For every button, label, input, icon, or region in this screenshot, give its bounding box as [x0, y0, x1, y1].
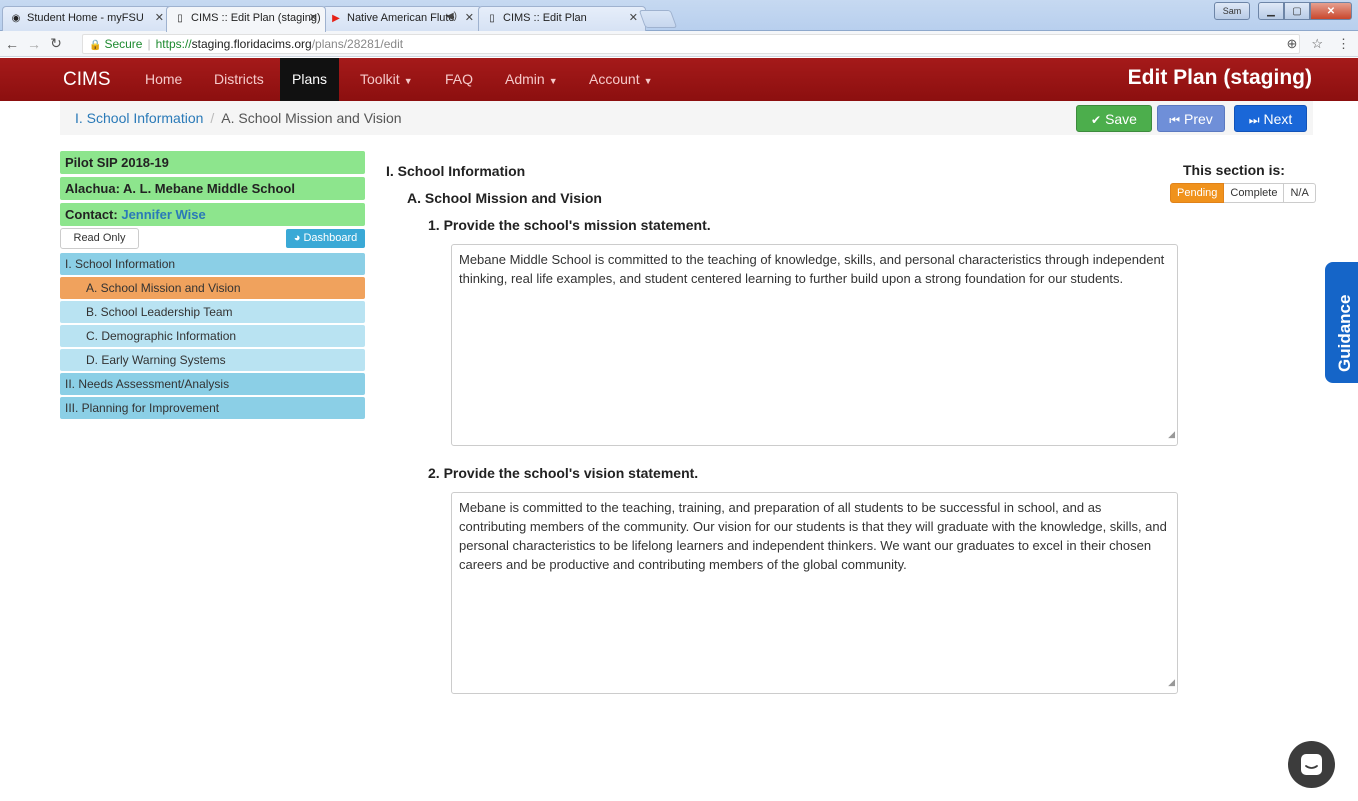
nav-admin[interactable]: Admin ▼	[493, 58, 570, 101]
status-complete-button[interactable]: Complete	[1224, 183, 1285, 203]
vision-question: 2. Provide the school's vision statement…	[428, 465, 699, 481]
new-tab-button[interactable]	[638, 10, 678, 28]
section-status-label: This section is:	[1183, 162, 1285, 178]
caret-down-icon: ▼	[548, 76, 558, 86]
mission-statement-textarea[interactable]: Mebane Middle School is committed to the…	[451, 244, 1178, 446]
caret-down-icon: ▼	[403, 76, 413, 86]
contact-info: Contact: Jennifer Wise	[60, 203, 365, 226]
skip-forward-icon: ⏭	[1248, 113, 1260, 127]
guidance-label: Guidance	[1335, 294, 1354, 372]
user-profile-button[interactable]: Sam	[1214, 2, 1250, 20]
sidebar-item-mission-vision[interactable]: A. School Mission and Vision	[60, 277, 365, 299]
fsu-seal-icon: ◉	[11, 13, 21, 24]
next-button[interactable]: ⏭ Next	[1234, 105, 1307, 132]
zoom-icon[interactable]: ⊕	[1286, 36, 1297, 52]
dashboard-button[interactable]: ◕ Dashboard	[286, 229, 365, 248]
tab-title: CIMS :: Edit Plan (staging)	[191, 12, 321, 24]
section-heading: I. School Information	[386, 163, 526, 179]
tab-title: CIMS :: Edit Plan	[503, 12, 587, 24]
url-host: staging.floridacims.org	[191, 37, 312, 51]
plan-name: Pilot SIP 2018-19	[60, 151, 365, 174]
status-na-button[interactable]: N/A	[1284, 183, 1316, 203]
back-arrow-icon[interactable]: ←	[2, 36, 22, 52]
skip-back-icon: ⏮	[1169, 113, 1180, 127]
sidebar-item-planning-improvement[interactable]: III. Planning for Improvement	[60, 397, 365, 419]
maximize-button[interactable]: ▢	[1284, 2, 1310, 20]
browser-tab-youtube[interactable]: ▶ Native American Flute ◀) ✕	[322, 6, 482, 31]
prev-button[interactable]: ⏮ Prev	[1157, 105, 1225, 132]
mission-text: Mebane Middle School is committed to the…	[459, 252, 1165, 286]
app-navbar: CIMS Home Districts Plans Toolkit ▼ FAQ A…	[0, 58, 1358, 101]
checkmark-icon: ✔	[1091, 113, 1102, 127]
sidebar-item-school-information[interactable]: I. School Information	[60, 253, 365, 275]
browser-tab-myfsu[interactable]: ◉ Student Home - myFSU ✕	[2, 6, 172, 31]
sidebar-item-leadership-team[interactable]: B. School Leadership Team	[60, 301, 365, 323]
save-button[interactable]: ✔ Save	[1076, 105, 1152, 132]
url-separator: |	[147, 37, 151, 51]
browser-tab-strip: ◉ Student Home - myFSU ✕ ▯ CIMS :: Edit …	[0, 0, 1358, 32]
vision-text: Mebane is committed to the teaching, tra…	[459, 500, 1167, 572]
nav-account[interactable]: Account ▼	[577, 58, 665, 101]
mission-question: 1. Provide the school's mission statemen…	[428, 217, 711, 233]
breadcrumb-bar: I. School Information / A. School Mission …	[60, 101, 1313, 135]
chat-bubble-icon	[1301, 754, 1322, 775]
breadcrumb-separator: /	[210, 110, 215, 126]
bookmark-star-icon[interactable]: ☆	[1311, 36, 1323, 52]
browser-tab-cims[interactable]: ▯ CIMS :: Edit Plan ✕	[478, 6, 646, 31]
school-name: Alachua: A. L. Mebane Middle School	[60, 177, 365, 200]
dashboard-gauge-icon: ◕	[293, 232, 304, 244]
read-only-button[interactable]: Read Only	[60, 228, 139, 249]
chat-launcher-button[interactable]	[1288, 741, 1335, 788]
tab-title: Student Home - myFSU	[27, 12, 144, 24]
nav-plans[interactable]: Plans	[280, 58, 340, 101]
secure-label: Secure	[104, 37, 143, 51]
breadcrumb: I. School Information / A. School Mission …	[75, 110, 402, 126]
menu-dots-icon[interactable]: ⋮	[1337, 36, 1350, 52]
contact-name-link[interactable]: Jennifer Wise	[121, 207, 205, 222]
nav-toolkit[interactable]: Toolkit ▼	[348, 58, 425, 101]
window-controls: Sam ▁ ▢ ✕	[1214, 2, 1352, 20]
resize-handle-icon[interactable]: ◢	[1168, 673, 1175, 692]
nav-faq[interactable]: FAQ	[433, 58, 485, 101]
contact-label: Contact:	[65, 207, 118, 222]
guidance-tab[interactable]: Guidance	[1325, 262, 1358, 383]
sidebar-item-demographic-information[interactable]: C. Demographic Information	[60, 325, 365, 347]
status-pending-button[interactable]: Pending	[1170, 183, 1225, 203]
vision-statement-textarea[interactable]: Mebane is committed to the teaching, tra…	[451, 492, 1178, 694]
section-status-toggle: Pending Complete N/A	[1170, 183, 1316, 203]
nav-districts[interactable]: Districts	[202, 58, 276, 101]
close-icon[interactable]: ✕	[155, 11, 164, 24]
breadcrumb-link-school-information[interactable]: I. School Information	[75, 110, 203, 126]
sidebar-item-early-warning-systems[interactable]: D. Early Warning Systems	[60, 349, 365, 371]
tab-title: Native American Flute	[347, 12, 455, 24]
browser-toolbar: ← → ↻ 🔒 Secure | https://staging.floridacim…	[0, 31, 1358, 57]
close-icon[interactable]: ✕	[629, 11, 638, 24]
page-title: Edit Plan (staging)	[1127, 66, 1312, 89]
sidebar-item-needs-assessment[interactable]: II. Needs Assessment/Analysis	[60, 373, 365, 395]
address-bar[interactable]: 🔒 Secure | https://staging.floridacims.org/…	[82, 34, 1300, 54]
close-icon[interactable]: ✕	[309, 11, 318, 24]
breadcrumb-current: A. School Mission and Vision	[221, 110, 402, 126]
speaker-icon[interactable]: ◀)	[446, 11, 457, 22]
reload-icon[interactable]: ↻	[46, 35, 66, 52]
close-icon[interactable]: ✕	[465, 11, 474, 24]
resize-handle-icon[interactable]: ◢	[1168, 425, 1175, 444]
nav-home[interactable]: Home	[133, 58, 194, 101]
url-path: /plans/28281/edit	[311, 37, 404, 51]
forward-arrow-icon[interactable]: →	[24, 36, 44, 52]
brand-logo[interactable]: CIMS	[63, 69, 111, 91]
close-window-button[interactable]: ✕	[1310, 2, 1352, 20]
minimize-button[interactable]: ▁	[1258, 2, 1284, 20]
url-scheme: https://	[155, 37, 192, 51]
page-icon: ▯	[489, 13, 495, 24]
subsection-heading: A. School Mission and Vision	[407, 190, 602, 206]
page-icon: ▯	[177, 13, 183, 24]
youtube-icon: ▶	[332, 13, 340, 24]
lock-icon: 🔒	[89, 40, 102, 51]
browser-tab-cims-staging[interactable]: ▯ CIMS :: Edit Plan (staging) ✕	[166, 6, 326, 32]
caret-down-icon: ▼	[643, 76, 653, 86]
